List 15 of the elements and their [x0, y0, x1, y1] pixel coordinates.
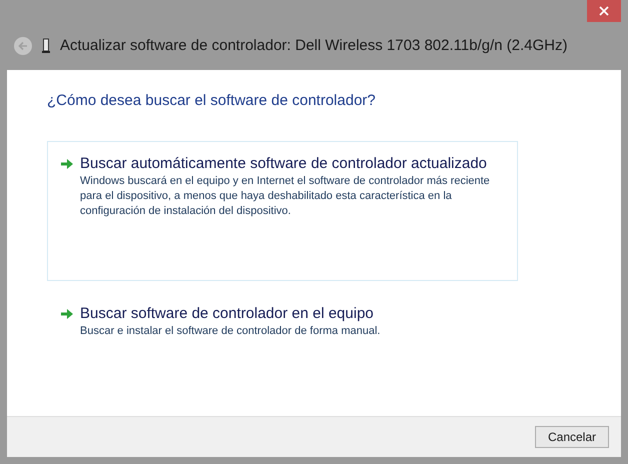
back-arrow-icon: [18, 41, 28, 51]
option-title: Buscar automáticamente software de controlador actualizado: [80, 154, 488, 174]
close-icon: [599, 6, 609, 16]
option-description: Windows buscará en el equipo y en Internet el software de controlador más reciente para el dispositivo, a menos que haya deshabilitado esta característica en la configuración de instalación del dispositivo.: [80, 174, 491, 218]
option-title: Buscar software de controlador en el equipo: [80, 304, 375, 324]
cancel-button[interactable]: Cancelar: [535, 426, 609, 448]
dialog-heading: ¿Cómo desea buscar el software de controlador?: [47, 91, 377, 111]
option-link[interactable]: [47, 140, 518, 280]
arrow-icon: [60, 158, 74, 170]
option-link[interactable]: Buscar software de controlador en el equipo Buscar e instalar el software de controlador de forma manual.: [47, 290, 518, 350]
network-adapter-icon: [42, 38, 50, 54]
window-title: Actualizar software de controlador: Dell Wireless 1703 802.11b/g/n (2.4GHz): [60, 36, 568, 56]
close-button[interactable]: [587, 0, 621, 22]
option-description: Buscar e instalar el software de controlador de forma manual.: [80, 324, 380, 338]
arrow-icon: [60, 308, 74, 320]
